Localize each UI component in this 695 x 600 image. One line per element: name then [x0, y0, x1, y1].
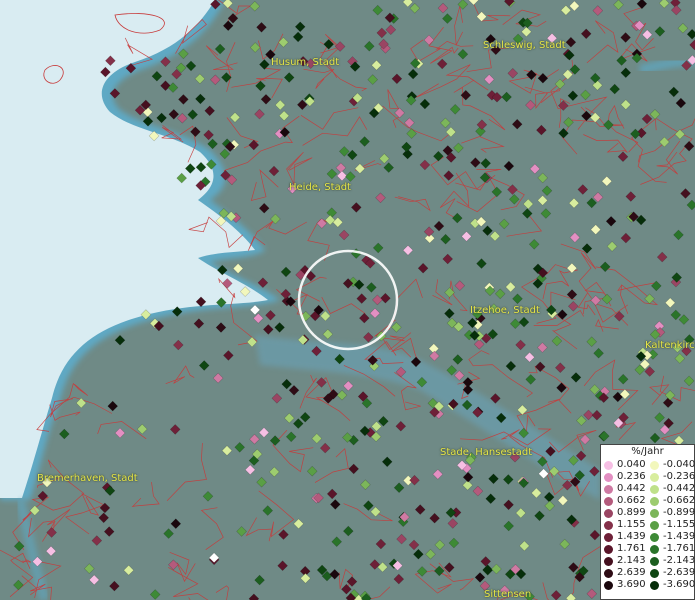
city-label-heide: Heide, Stadt — [289, 182, 351, 193]
legend-row: 1.439 -1.439 — [601, 531, 695, 543]
legend-entry-negative: -3.690 — [647, 579, 695, 591]
legend-entry-positive: 0.662 — [601, 495, 647, 507]
legend-swatch — [650, 496, 659, 506]
city-label-schleswig: Schleswig, Stadt — [483, 40, 566, 51]
legend-swatch — [650, 472, 659, 482]
legend-entry-positive: 0.040 — [601, 459, 647, 471]
legend-entry-negative: -1.761 — [647, 543, 695, 555]
legend-value: 2.639 — [617, 567, 646, 578]
city-label-itzehoe: Itzehoe, Stadt — [470, 305, 540, 316]
legend-value: 1.761 — [617, 543, 646, 554]
legend-entry-negative: -1.155 — [647, 519, 695, 531]
legend-entry-negative: -0.899 — [647, 507, 695, 519]
legend-entry-negative: -1.439 — [647, 531, 695, 543]
legend-row: 2.639 -2.639 — [601, 567, 695, 579]
legend-entry-positive: 1.439 — [601, 531, 647, 543]
legend-row: 0.662 -0.662 — [601, 495, 695, 507]
legend-value: -0.662 — [663, 495, 695, 506]
city-label-sittensen: Sittensen — [484, 589, 532, 600]
legend-entry-positive: 0.899 — [601, 507, 647, 519]
legend-swatch — [650, 580, 659, 590]
legend-value: 0.236 — [617, 471, 646, 482]
legend-entry-positive: 2.639 — [601, 567, 647, 579]
legend-entry-positive: 2.143 — [601, 555, 647, 567]
legend-entry-negative: -0.236 — [647, 471, 695, 483]
legend-value: 1.155 — [617, 519, 646, 530]
legend-value: -2.639 — [663, 567, 695, 578]
legend-value: 0.899 — [617, 507, 646, 518]
legend-row: 0.442 -0.442 — [601, 483, 695, 495]
legend-swatch — [604, 568, 613, 578]
legend-entry-positive: 0.236 — [601, 471, 647, 483]
legend-entry-negative: -2.143 — [647, 555, 695, 567]
legend-row: 0.899 -0.899 — [601, 507, 695, 519]
legend-value: -1.155 — [663, 519, 695, 530]
legend-row: 3.690 -3.690 — [601, 579, 695, 591]
legend-entry-negative: -0.040 — [647, 459, 695, 471]
legend-row: 1.155 -1.155 — [601, 519, 695, 531]
legend-value: -1.439 — [663, 531, 695, 542]
legend-swatch — [650, 568, 659, 578]
legend-value: 1.439 — [617, 531, 646, 542]
legend-rows: 0.040 -0.040 0.236 -0.236 0.442 -0.442 0.662 -0… — [601, 459, 695, 591]
legend-swatch — [650, 520, 659, 530]
legend-swatch — [604, 520, 613, 530]
legend-swatch — [650, 460, 659, 470]
legend-value: -3.690 — [663, 579, 695, 590]
legend-swatch — [604, 544, 613, 554]
legend-value: -0.442 — [663, 483, 695, 494]
city-label-stade: Stade, Hansestadt — [440, 447, 533, 458]
legend-entry-negative: -2.639 — [647, 567, 695, 579]
legend: %/Jahr 0.040 -0.040 0.236 -0.236 0.442 -0.442… — [600, 444, 695, 600]
legend-swatch — [650, 484, 659, 494]
legend-entry-positive: 0.442 — [601, 483, 647, 495]
legend-entry-positive: 1.761 — [601, 543, 647, 555]
legend-swatch — [604, 508, 613, 518]
city-label-kaltenkirchen: Kaltenkirch — [645, 340, 695, 351]
legend-value: -1.761 — [663, 543, 695, 554]
map-canvas[interactable] — [0, 0, 695, 600]
legend-entry-positive: 1.155 — [601, 519, 647, 531]
legend-swatch — [650, 508, 659, 518]
legend-value: -0.040 — [663, 459, 695, 470]
legend-swatch — [650, 544, 659, 554]
legend-swatch — [604, 460, 613, 470]
legend-swatch — [650, 532, 659, 542]
legend-value: 2.143 — [617, 555, 646, 566]
legend-row: 0.236 -0.236 — [601, 471, 695, 483]
legend-value: -0.236 — [663, 471, 695, 482]
legend-swatch — [604, 484, 613, 494]
legend-swatch — [650, 556, 659, 566]
city-label-husum: Husum, Stadt — [271, 57, 340, 68]
city-label-bremerhaven: Bremerhaven, Stadt — [37, 473, 138, 484]
legend-swatch — [604, 580, 613, 590]
legend-swatch — [604, 472, 613, 482]
legend-row: 2.143 -2.143 — [601, 555, 695, 567]
legend-swatch — [604, 556, 613, 566]
legend-value: 0.040 — [617, 459, 646, 470]
legend-entry-negative: -0.442 — [647, 483, 695, 495]
legend-value: -0.899 — [663, 507, 695, 518]
legend-row: 1.761 -1.761 — [601, 543, 695, 555]
legend-swatch — [604, 496, 613, 506]
legend-title: %/Jahr — [631, 446, 664, 457]
legend-row: 0.040 -0.040 — [601, 459, 695, 471]
legend-value: 0.442 — [617, 483, 646, 494]
legend-entry-negative: -0.662 — [647, 495, 695, 507]
legend-value: 0.662 — [617, 495, 646, 506]
legend-value: -2.143 — [663, 555, 695, 566]
legend-entry-positive: 3.690 — [601, 579, 647, 591]
legend-swatch — [604, 532, 613, 542]
legend-value: 3.690 — [617, 579, 646, 590]
